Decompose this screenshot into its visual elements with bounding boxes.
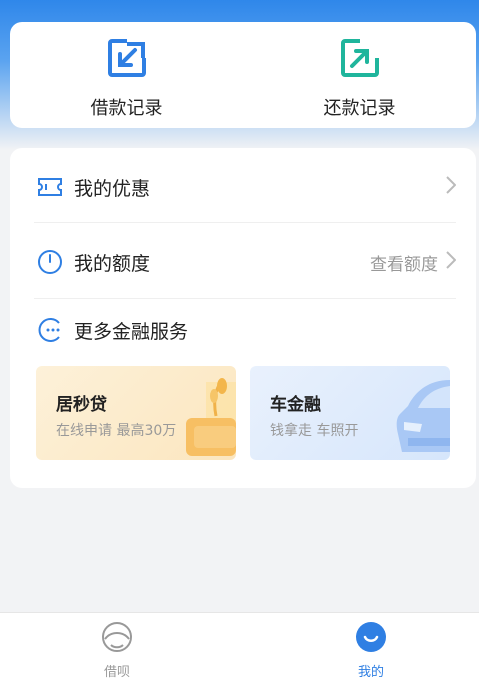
repay-records-button[interactable]: 还款记录	[243, 22, 476, 128]
divider	[34, 298, 456, 299]
my-quota-label: 我的额度	[74, 252, 151, 275]
tab-jiebei[interactable]: 借呗	[57, 621, 177, 678]
promo-card-car-finance[interactable]: 车金融 钱拿走 车照开	[250, 366, 450, 460]
promo-title: 居秒贷	[56, 395, 107, 415]
tab-mine-label: 我的	[357, 665, 384, 678]
menu-card: 我的优惠 我的额度 查看额度 更多金融服务 居秒贷 在线申请 最高30万 车金融…	[10, 148, 476, 488]
promo-card-home-loan[interactable]: 居秒贷 在线申请 最高30万	[36, 366, 236, 460]
records-card: 借款记录 还款记录	[10, 22, 476, 128]
borrow-record-icon	[105, 36, 149, 84]
promo-subtitle: 钱拿走 车照开	[270, 423, 359, 439]
check-quota-link[interactable]: 查看额度	[370, 250, 438, 275]
wallet-icon	[101, 621, 133, 657]
car-illustration	[394, 376, 450, 460]
sofa-plant-illustration	[186, 376, 236, 460]
more-services-header: 更多金融服务	[10, 310, 476, 350]
repay-record-icon	[338, 36, 382, 84]
promo-title: 车金融	[270, 395, 321, 415]
my-quota-row[interactable]: 我的额度 查看额度	[10, 225, 476, 299]
borrow-records-button[interactable]: 借款记录	[10, 22, 243, 128]
my-discounts-row[interactable]: 我的优惠	[10, 150, 476, 224]
tab-mine[interactable]: 我的	[311, 621, 431, 678]
promo-subtitle: 在线申请 最高30万	[56, 423, 177, 439]
my-discounts-label: 我的优惠	[74, 177, 151, 200]
tab-jiebei-label: 借呗	[103, 665, 130, 678]
chevron-right-icon	[446, 251, 457, 273]
chevron-right-icon	[446, 176, 457, 198]
borrow-records-label: 借款记录	[90, 98, 163, 119]
ticket-icon	[36, 173, 64, 201]
repay-records-label: 还款记录	[323, 98, 396, 119]
more-services-label: 更多金融服务	[74, 320, 189, 343]
bottom-tab-bar: 借呗 我的	[0, 612, 479, 678]
more-dots-icon	[36, 316, 64, 344]
smile-face-icon	[355, 621, 387, 657]
clock-icon	[36, 248, 64, 276]
divider	[34, 222, 456, 223]
